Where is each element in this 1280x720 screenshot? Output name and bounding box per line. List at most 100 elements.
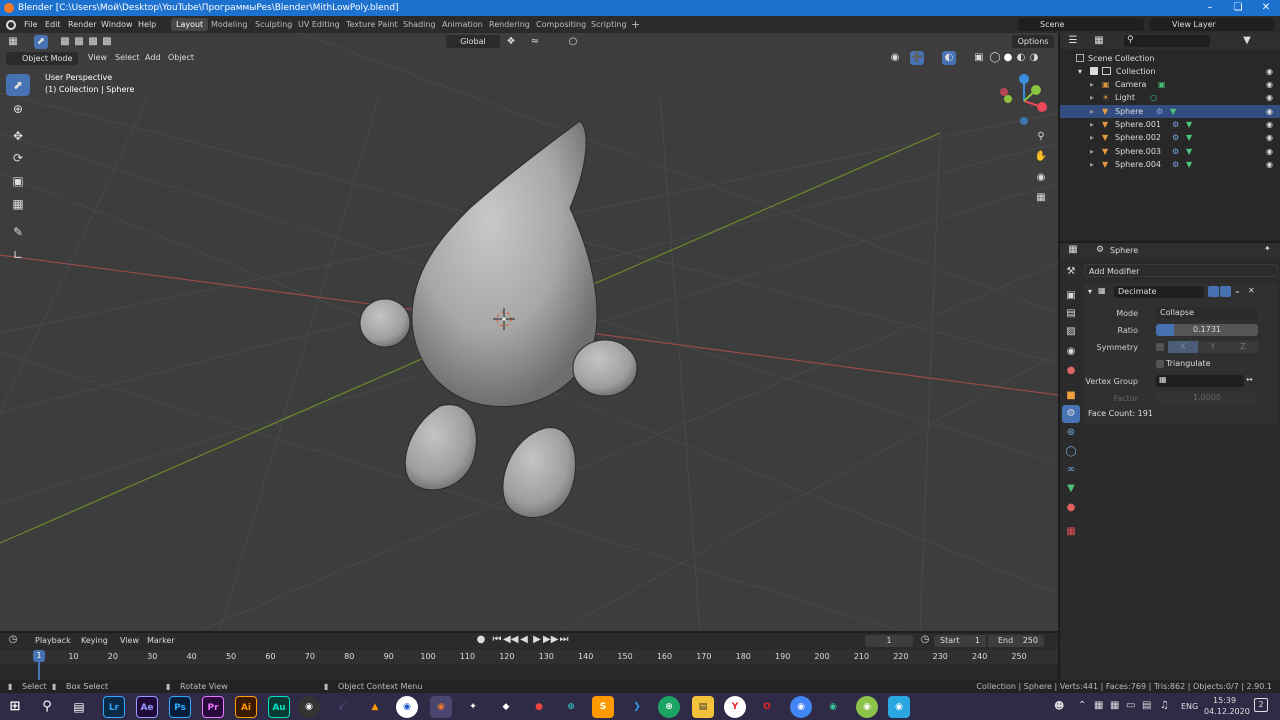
unity-icon[interactable]: ◆	[495, 696, 517, 718]
material-shading-icon[interactable]: ◐	[1014, 51, 1028, 65]
timeline-editor-icon[interactable]: ◷	[6, 633, 20, 647]
material-tab-icon[interactable]: ●	[1062, 499, 1080, 517]
box-select-icon[interactable]: ▩	[58, 35, 72, 49]
select-mode-icon[interactable]: ⬈	[34, 35, 48, 49]
view-layer-tab-icon[interactable]: ▨	[1062, 323, 1080, 341]
app-circle-icon[interactable]: ◉	[396, 696, 418, 718]
tab-shading[interactable]: Shading	[398, 18, 441, 31]
outliner-item-row[interactable]: ▸ ▼ Sphere ⚙ ▼ ◉	[1060, 104, 1280, 118]
taskbar-app-ps[interactable]: Ps	[169, 696, 191, 718]
outliner-item-row[interactable]: ▸ ▼ Sphere.002 ⚙ ▼ ◉	[1060, 131, 1280, 144]
expand-arrow-icon[interactable]: ▸	[1090, 78, 1094, 91]
show-viewport-icon[interactable]	[1208, 286, 1219, 297]
expand-arrow-icon[interactable]: ▸	[1090, 131, 1094, 144]
remove-modifier-icon[interactable]: ✕	[1248, 286, 1255, 295]
current-frame-field[interactable]: 1	[865, 635, 913, 647]
world-tab-icon[interactable]: ●	[1062, 362, 1080, 380]
scene-tab-icon[interactable]: ◉	[1062, 343, 1080, 361]
collection-checkbox[interactable]	[1090, 67, 1098, 75]
physics-tab-icon[interactable]: ◯	[1062, 443, 1080, 461]
subtract-select-icon[interactable]: ▩	[86, 35, 100, 49]
gizmo-toggle-icon[interactable]: ➕	[910, 51, 924, 65]
snap-icon[interactable]: ≈	[528, 35, 542, 49]
close-button[interactable]: ✕	[1252, 0, 1280, 16]
xray-icon[interactable]: ▣	[972, 51, 986, 65]
solid-shading-icon[interactable]: ●	[1001, 51, 1015, 65]
menu-timeline-view[interactable]: View	[120, 636, 139, 645]
triangulate-checkbox[interactable]	[1156, 360, 1164, 368]
play-icon[interactable]: ▶	[530, 633, 544, 647]
menu-view[interactable]: View	[88, 53, 107, 62]
timeline-track[interactable]	[0, 664, 1058, 680]
tab-compositing[interactable]: Compositing	[531, 18, 591, 31]
language-indicator[interactable]: ENG	[1181, 702, 1198, 711]
expand-arrow-icon[interactable]: ▸	[1090, 91, 1094, 104]
menu-render[interactable]: Render	[68, 16, 96, 33]
visibility-icon[interactable]: ◉	[888, 51, 902, 65]
visibility-eye-icon[interactable]: ◉	[1266, 105, 1273, 118]
object-mode-dropdown[interactable]: Object Mode	[6, 52, 78, 65]
overlay-toggle-icon[interactable]: ◐	[942, 51, 956, 65]
visibility-eye-icon[interactable]: ◉	[1266, 145, 1273, 158]
blender-menu-icon[interactable]	[6, 20, 16, 30]
rendered-shading-icon[interactable]: ◑	[1027, 51, 1041, 65]
tab-uv-editing[interactable]: UV Editing	[293, 18, 345, 31]
factor-slider[interactable]: 1.0000	[1156, 392, 1258, 404]
visibility-eye-icon[interactable]: ◉	[1266, 158, 1273, 171]
expand-arrow-icon[interactable]: ▸	[1090, 145, 1094, 158]
menu-keying[interactable]: Keying	[81, 636, 108, 645]
taskbar-app-lr[interactable]: Lr	[103, 696, 125, 718]
visibility-eye-icon[interactable]: ◉	[1266, 131, 1273, 144]
next-keyframe-icon[interactable]: ▶▶	[543, 633, 558, 647]
expand-arrow-icon[interactable]: ▸	[1090, 118, 1094, 131]
playhead[interactable]: 1	[33, 650, 45, 662]
pivot-icon[interactable]: ❖	[504, 35, 518, 49]
chrome-icon[interactable]: ◉	[790, 696, 812, 718]
maximize-button[interactable]: ❏	[1224, 0, 1252, 16]
menu-file[interactable]: File	[24, 16, 37, 33]
blender-taskbar-icon[interactable]: ◉	[430, 696, 452, 718]
people-icon[interactable]: ☻	[1054, 701, 1064, 712]
tool-tab-icon[interactable]: ⚒	[1062, 263, 1080, 281]
add-workspace-icon[interactable]: +	[626, 18, 645, 31]
particles-tab-icon[interactable]: ⊛	[1062, 424, 1080, 442]
annotate-tool-icon[interactable]: ✎	[6, 221, 30, 243]
sublime-icon[interactable]: S	[592, 696, 614, 718]
app-green-icon[interactable]: ⊛	[658, 696, 680, 718]
menu-add[interactable]: Add	[145, 53, 161, 62]
task-view-icon[interactable]: ▤	[68, 696, 90, 718]
tab-layout[interactable]: Layout	[171, 18, 209, 31]
cursor-tool-icon[interactable]: ⊕	[6, 98, 30, 120]
measure-tool-icon[interactable]: ∟	[6, 244, 30, 266]
battery-icon[interactable]: ▭	[1126, 700, 1135, 711]
extend-select-icon[interactable]: ▩	[72, 35, 86, 49]
outliner-item-row[interactable]: ▸ ▣ Camera ▣ ◉	[1060, 78, 1280, 91]
end-frame-field[interactable]: End 250	[988, 635, 1044, 647]
app-blue-icon[interactable]: ◉	[888, 696, 910, 718]
collection-row[interactable]: ▾ Collection ◉	[1060, 65, 1280, 78]
modifier-name-field[interactable]: Decimate	[1114, 286, 1204, 298]
outliner-item-row[interactable]: ▸ ▼ Sphere.003 ⚙ ▼ ◉	[1060, 145, 1280, 158]
camera-view-icon[interactable]: ◉	[1034, 171, 1048, 185]
wireframe-shading-icon[interactable]: ◯	[988, 51, 1002, 65]
scene-collection-row[interactable]: Scene Collection	[1060, 52, 1280, 65]
outliner-item-row[interactable]: ▸ ▼ Sphere.001 ⚙ ▼ ◉	[1060, 118, 1280, 131]
menu-window[interactable]: Window	[101, 16, 133, 33]
transform-orientation-dropdown[interactable]: Global	[446, 35, 500, 48]
pin-icon[interactable]: ✦	[1264, 244, 1271, 253]
symmetry-axis-z[interactable]: Z	[1228, 341, 1258, 353]
modifier-menu-icon[interactable]: ⌄	[1234, 286, 1241, 295]
android-icon[interactable]: ◉	[856, 696, 878, 718]
taskbar-app-ae[interactable]: Ae	[136, 696, 158, 718]
app-globe-icon[interactable]: ⊕	[560, 696, 582, 718]
tray-arrow-icon[interactable]: ⌃	[1078, 700, 1086, 711]
show-render-icon[interactable]	[1220, 286, 1231, 297]
menu-help[interactable]: Help	[138, 16, 156, 33]
add-modifier-dropdown[interactable]: Add Modifier	[1084, 264, 1278, 277]
visibility-eye-icon[interactable]: ◉	[1266, 91, 1273, 104]
tab-modeling[interactable]: Modeling	[206, 18, 252, 31]
prev-keyframe-icon[interactable]: ◀◀	[503, 633, 518, 647]
outliner-item-row[interactable]: ▸ ☀ Light ○ ◉	[1060, 91, 1280, 104]
options-dropdown[interactable]: Options	[1012, 35, 1054, 48]
jump-end-icon[interactable]: ⏭	[557, 633, 571, 647]
